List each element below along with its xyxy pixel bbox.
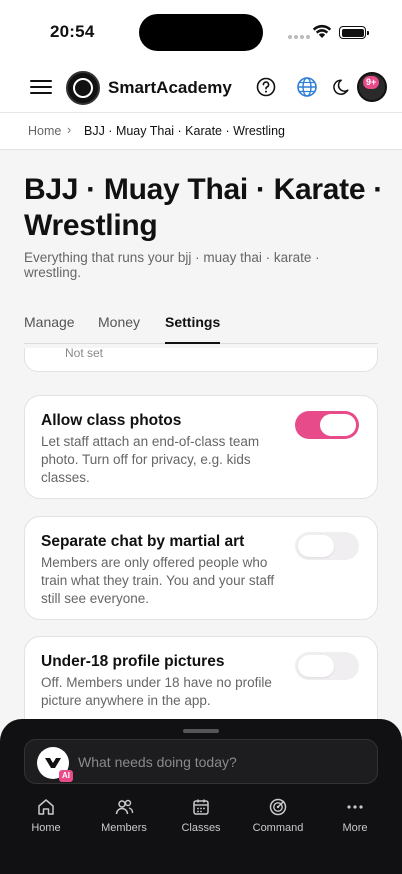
section-tabs: Manage Money Settings [24, 314, 378, 344]
tab-money[interactable]: Money [98, 314, 140, 344]
target-icon [269, 798, 287, 816]
page-title: BJJ · Muay Thai · Karate · Wrestling [24, 173, 383, 242]
help-icon[interactable] [255, 76, 277, 98]
more-icon [347, 805, 363, 809]
setting-title: Under-18 profile pictures [41, 653, 225, 670]
ai-badge: AI [59, 770, 73, 782]
calendar-icon [193, 799, 209, 815]
home-icon [38, 799, 54, 815]
moon-icon[interactable] [331, 76, 353, 98]
globe-icon[interactable] [296, 76, 318, 98]
nav-members[interactable]: Members [86, 797, 162, 834]
nav-home[interactable]: Home [8, 797, 84, 834]
nav-label: Classes [181, 822, 221, 834]
nav-label: More [342, 822, 368, 834]
tab-settings[interactable]: Settings [165, 314, 221, 344]
battery-icon [339, 26, 369, 39]
setting-card-class-photos: Allow class photos Let staff attach an e… [24, 395, 378, 499]
nav-more[interactable]: More [317, 797, 393, 834]
setting-card-separate-chat: Separate chat by martial art Members are… [24, 516, 378, 620]
setting-title: Allow class photos [41, 412, 182, 429]
setting-description: Let staff attach an end-of-class team ph… [41, 434, 260, 485]
setting-value: Not set [65, 348, 104, 360]
nav-label: Home [31, 822, 61, 834]
breadcrumb-current: BJJ · Muay Thai · Karate · Wrestling [84, 124, 285, 138]
separate-chat-toggle[interactable] [295, 532, 359, 560]
nav-command[interactable]: Command [240, 797, 316, 834]
user-avatar[interactable]: 9+ [357, 72, 387, 102]
notification-badge: 9+ [363, 76, 380, 89]
setting-description: Off. Members under 18 have no profile pi… [41, 675, 272, 708]
nav-label: Command [252, 822, 304, 834]
status-time: 20:54 [50, 22, 95, 41]
sheet-handle[interactable] [183, 729, 219, 733]
previous-setting-card: Not set [24, 348, 378, 372]
bottom-nav: Home Members Classes Command More [0, 797, 402, 837]
breadcrumb: Home › BJJ · Muay Thai · Karate · Wrestl… [0, 113, 402, 150]
brand-name[interactable]: SmartAcademy [108, 78, 232, 98]
page-subtitle: Everything that runs your bjj · muay tha… [24, 250, 320, 280]
assistant-input[interactable]: AI What needs doing today? [24, 739, 378, 784]
dynamic-island [139, 14, 263, 51]
status-bar: 20:54 [0, 0, 402, 62]
signal-icon [288, 35, 310, 39]
menu-icon[interactable] [30, 79, 52, 95]
academy-logo[interactable] [66, 71, 100, 105]
members-icon [115, 799, 134, 815]
setting-description: Members are only offered people who trai… [41, 555, 275, 606]
app-header: SmartAcademy 9+ [0, 62, 402, 113]
breadcrumb-home[interactable]: Home [28, 124, 61, 138]
tab-manage[interactable]: Manage [24, 314, 75, 344]
nav-classes[interactable]: Classes [163, 797, 239, 834]
wifi-icon [312, 24, 332, 38]
breadcrumb-separator: › [67, 123, 72, 137]
nav-label: Members [101, 822, 147, 834]
setting-title: Separate chat by martial art [41, 533, 245, 550]
bottom-sheet: AI What needs doing today? Home Members [0, 719, 402, 874]
assistant-placeholder: What needs doing today? [78, 754, 237, 770]
class-photos-toggle[interactable] [295, 411, 359, 439]
under18-pictures-toggle[interactable] [295, 652, 359, 680]
